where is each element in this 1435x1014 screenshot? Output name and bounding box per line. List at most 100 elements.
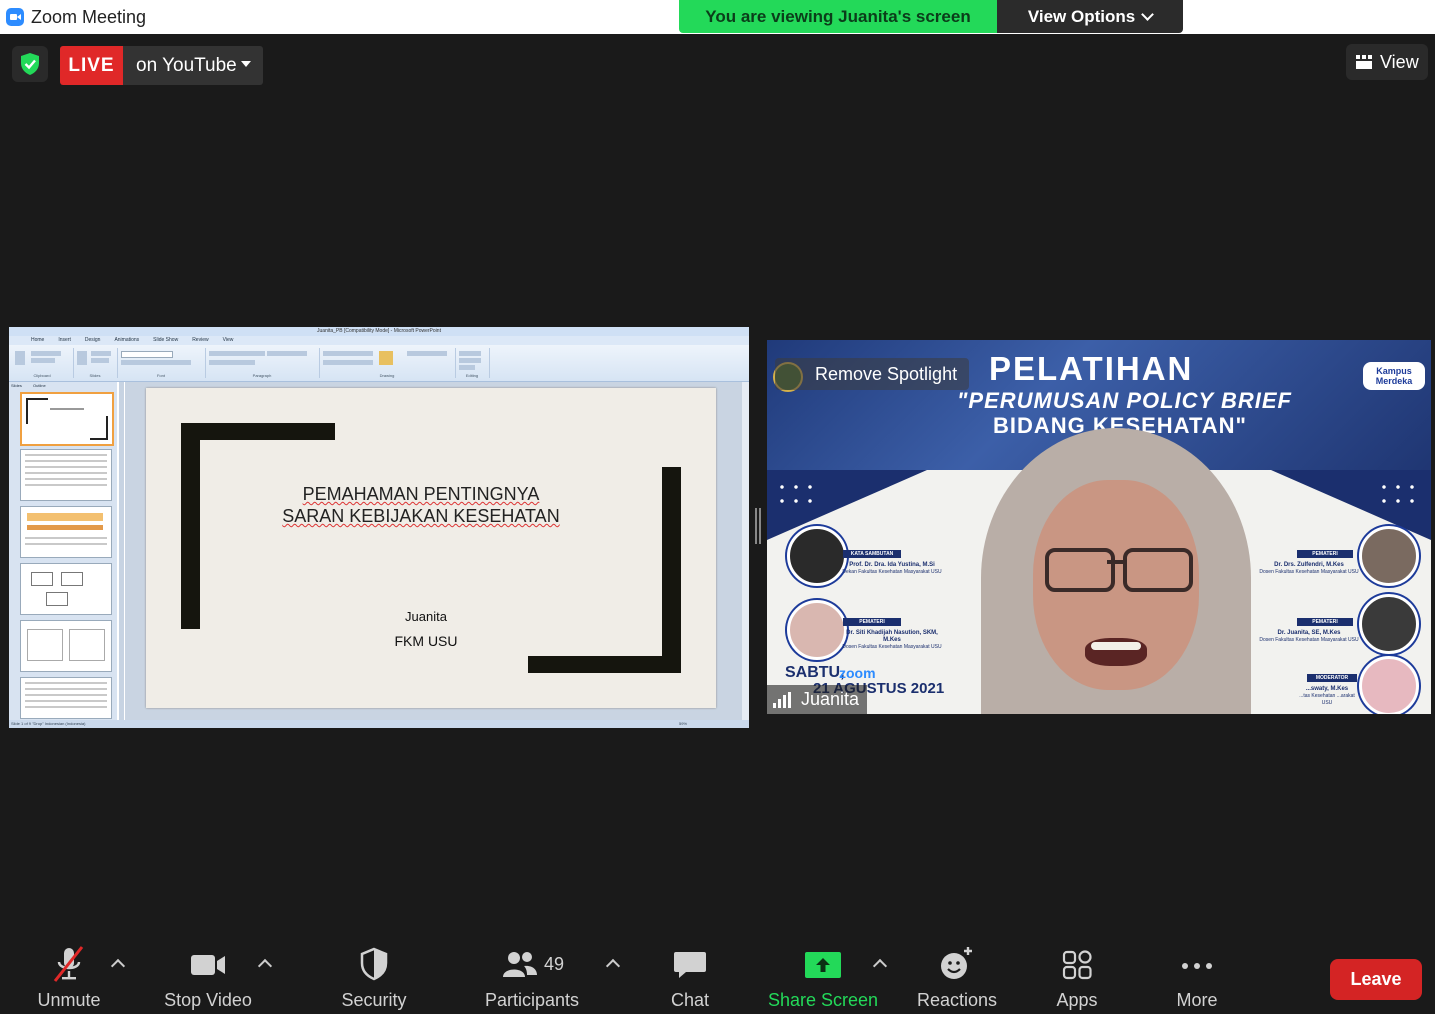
chevron-down-icon <box>1141 8 1155 21</box>
security-label: Security <box>341 990 407 1010</box>
security-shield-icon <box>354 944 394 984</box>
view-button[interactable]: View <box>1346 44 1428 80</box>
slide-corner-bottom <box>528 656 681 673</box>
mic-muted-icon <box>49 944 89 984</box>
slide-scrollbar[interactable] <box>742 382 749 720</box>
more-button[interactable]: More <box>1168 944 1226 1014</box>
kampus-merdeka-logo: Kampus Merdeka <box>1363 362 1425 390</box>
live-badge[interactable]: LIVE <box>60 46 123 85</box>
logo-text: Kampus <box>1376 366 1412 376</box>
poster-subtitle: "PERUMUSAN POLICY BRIEF <box>957 388 1292 413</box>
speaker-avatar <box>1359 656 1419 714</box>
unmute-button[interactable]: Unmute <box>32 944 106 1014</box>
signal-strength-icon <box>773 692 795 708</box>
viewing-screen-banner: You are viewing Juanita's screen <box>679 0 997 33</box>
participant-count: 49 <box>543 953 565 974</box>
reactions-label: Reactions <box>916 990 998 1010</box>
speaker-name: Dr. Juanita, SE, M.Kes <box>1277 630 1341 636</box>
participants-button[interactable]: 49 Participants <box>482 944 582 1014</box>
poster-dots <box>1377 480 1423 510</box>
ribbon-group: Clipboard <box>11 348 74 378</box>
audio-options-caret[interactable] <box>110 958 126 974</box>
split-handle[interactable] <box>759 508 761 544</box>
slide-corner-right <box>662 467 681 673</box>
more-label: More <box>1176 990 1218 1010</box>
speaker-info: ...swaty, M.Kes ...tas Kesehatan ...arak… <box>1297 686 1357 707</box>
remove-spotlight-button[interactable]: Remove Spotlight <box>775 358 970 390</box>
pane-scrollbar[interactable] <box>119 382 124 720</box>
slide-thumbnail[interactable] <box>20 449 112 501</box>
view-options-button[interactable]: View Options <box>997 0 1183 33</box>
share-screen-button[interactable]: Share Screen <box>766 944 880 1014</box>
ppt-title-bar: Juanita_PB [Compatibility Mode] - Micros… <box>9 327 749 336</box>
share-screen-icon <box>803 944 843 984</box>
ppt-tab: Review <box>192 337 209 343</box>
slide-thumbnail[interactable] <box>20 506 112 558</box>
speaker-role: Dosen Fakultas Kesehatan Masyarakat USU <box>1259 637 1359 643</box>
encryption-shield-button[interactable] <box>12 46 48 82</box>
slide-title-line1: PEMAHAMAN PENTINGNYA <box>302 484 540 504</box>
window-title: Zoom Meeting <box>31 7 147 27</box>
speaker-name: Dr. Siti Khadijah Nasution, SKM, M.Kes <box>846 630 938 643</box>
video-options-caret[interactable] <box>257 958 273 974</box>
ppt-tab: Slide Show <box>153 337 179 343</box>
leave-button[interactable]: Leave <box>1330 959 1422 1000</box>
unmute-label: Unmute <box>37 990 101 1010</box>
security-button[interactable]: Security <box>337 944 411 1014</box>
ribbon-group-label: Clipboard <box>33 373 51 378</box>
stop-video-label: Stop Video <box>164 990 252 1010</box>
live-stream-dropdown[interactable]: on YouTube <box>123 46 263 85</box>
slide-thumbnail[interactable] <box>20 677 112 719</box>
reactions-button[interactable]: Reactions <box>914 944 1000 1014</box>
slide-corner-left <box>181 423 200 629</box>
ribbon-group-label: Slides <box>89 373 101 378</box>
more-dots-icon <box>1177 944 1217 984</box>
pane-tab-slides[interactable]: Slides <box>11 383 22 388</box>
zoom-logo-text: zoom <box>839 665 876 681</box>
glasses <box>1123 548 1193 592</box>
speaker-role: Dekan Fakultas Kesehatan Masyarakat USU <box>842 569 942 575</box>
pane-tab-outline[interactable]: Outline <box>33 383 46 388</box>
chat-button[interactable]: Chat <box>660 944 720 1014</box>
speaker-role: Dosen Fakultas Kesehatan Masyarakat USU <box>1259 569 1359 575</box>
slide-thumbnail[interactable] <box>20 392 114 446</box>
speaker-avatar <box>787 526 847 586</box>
shield-check-icon <box>21 53 39 75</box>
ppt-tab: View <box>222 337 234 343</box>
apps-button[interactable]: Apps <box>1050 944 1104 1014</box>
speaker-avatar <box>1359 594 1419 654</box>
view-options-label: View Options <box>1027 6 1136 26</box>
reaction-smile-icon <box>937 944 977 984</box>
participants-icon-group: 49 <box>500 944 564 984</box>
ppt-status-text: Slide 1 of 9 "Drop" Indonesian (Indonesi… <box>11 721 86 726</box>
glasses <box>1107 560 1125 564</box>
view-button-label: View <box>1380 51 1419 72</box>
shared-screen[interactable]: Juanita_PB [Compatibility Mode] - Micros… <box>9 327 749 728</box>
speaker-name: Dr. Drs. Zulfendri, M.Kes <box>1274 562 1344 568</box>
share-screen-label: Share Screen <box>767 990 879 1010</box>
ribbon-group-label: Paragraph <box>252 373 272 378</box>
participants-options-caret[interactable] <box>605 958 621 974</box>
chat-bubble-icon <box>670 944 710 984</box>
speaker-info: Prof. Dr. Dra. Ida Yustina, M.Si Dekan F… <box>837 562 947 576</box>
speaker-avatar <box>1359 526 1419 586</box>
slide[interactable]: PEMAHAMAN PENTINGNYA SARAN KEBIJAKAN KES… <box>146 388 716 708</box>
speaker-tag: PEMATERI <box>1297 550 1353 558</box>
ribbon-group: Editing <box>455 348 490 378</box>
meeting-toolbar: Unmute Stop Video Security 49 Participan… <box>0 944 1435 1014</box>
ribbon-group-label: Drawing <box>379 373 395 378</box>
speaker-tag: MODERATOR <box>1307 674 1357 682</box>
ppt-zoom-level: 59% <box>679 721 688 726</box>
participant-video-tile[interactable]: PELATIHAN "PERUMUSAN POLICY BRIEF BIDANG… <box>767 340 1431 714</box>
ribbon-group: Drawing <box>319 348 456 378</box>
slide-thumbnail[interactable] <box>20 620 112 672</box>
slides-pane[interactable]: Slides Outline <box>9 382 117 720</box>
speaker-tag: PEMATERI <box>1297 618 1353 626</box>
glasses <box>1045 548 1115 592</box>
slide-thumbnail[interactable] <box>20 563 112 615</box>
split-handle[interactable] <box>755 508 757 544</box>
poster-title: PELATIHAN <box>989 350 1194 387</box>
stop-video-button[interactable]: Stop Video <box>160 944 256 1014</box>
slide-author: Juanita <box>405 609 447 624</box>
speaker-info: Dr. Siti Khadijah Nasution, SKM, M.Kes D… <box>837 630 947 651</box>
